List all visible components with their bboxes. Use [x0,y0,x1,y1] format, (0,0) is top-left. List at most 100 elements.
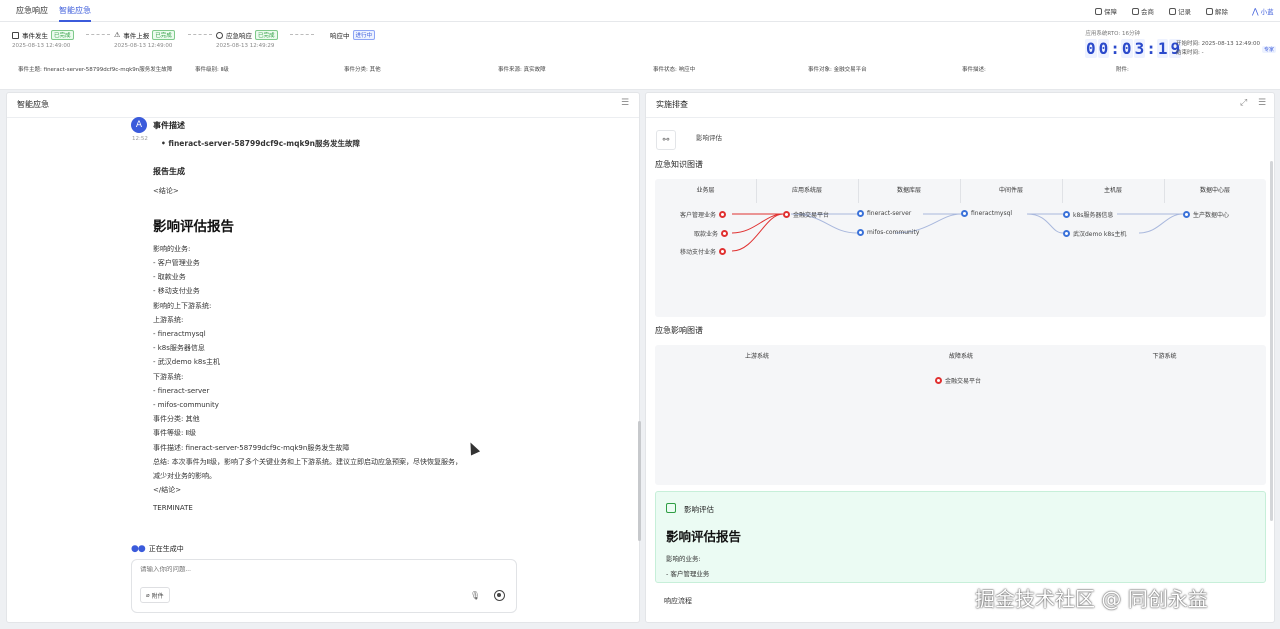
assess-title: 影响评估报告 [666,529,742,544]
send-button[interactable] [494,590,505,601]
event-status-strip: 事件发生 已完成 2025-08-13 12:49:00 ⚠ 事件上报 已完成 202… [0,22,1280,90]
report-line: 上游系统: [153,315,184,324]
report-line: 减少对业务的影响。 [153,472,216,481]
report-line: 事件分类: 其他 [153,415,200,424]
step-label: 响应中 [330,32,350,40]
paperclip-icon: ⌀ [146,591,150,599]
scrollbar[interactable] [1270,161,1273,521]
guarantee-button[interactable]: 保障 [1095,6,1117,16]
expand-icon[interactable]: ⤢ [1240,98,1247,108]
graph-icon[interactable]: ⚯ [656,130,676,150]
record-icon [1169,7,1176,15]
consult-button[interactable]: 会商 [1132,6,1154,16]
impact-assessment-card: 影响评估 影响评估报告 影响的业务: - 客户管理业务 [655,491,1266,583]
kg-node-db[interactable]: fineract-server [857,210,911,217]
kg-node-biz[interactable]: 移动支付业务 [680,247,727,256]
report-line: - 武汉demo k8s主机 [153,358,220,367]
timer-digit: 0 [1097,39,1110,58]
assess-line: 影响的业务: [666,555,701,563]
event-desc-bullet: • fineract-server-58799dcf9c-mqk9n服务发生故障 [161,139,361,149]
event-meta-row: 事件主题: fineract-server-58799dcf9c-mqk9n服务… [0,65,1280,79]
node-label: 金融交易平台 [793,212,830,219]
tab-intelligent-emergency[interactable]: 智能应急 [59,5,91,22]
attach-label: 附件 [151,592,164,600]
question-input[interactable] [140,566,440,573]
node-dot [857,210,864,217]
impact-graph-title: 应急影响图谱 [655,326,703,335]
rto-label: 应用系统RTO: 16分钟 [1085,31,1140,37]
node-label: 移动支付业务 [680,249,717,256]
status-badge: 已完成 [152,30,175,40]
clock-icon [216,31,223,39]
watermark: 掘金技术社区 @ 同创永益 [975,587,1208,611]
panel-title: 实施排查 [656,100,688,109]
kg-node-dc[interactable]: 生产数据中心 [1183,210,1229,219]
report-line: - k8s服务器信息 [153,344,205,353]
node-label: 取款业务 [694,231,719,238]
status-badge: 进行中 [352,30,376,40]
shield-icon [1095,7,1102,15]
node-label: k8s服务器信息 [1073,212,1114,219]
kg-node-app[interactable]: 金融交易平台 [783,210,829,219]
menu-icon[interactable]: ☰ [621,98,629,108]
impact-graph: 上游系统 故障系统 下游系统 金融交易平台 [655,345,1266,485]
investigation-panel: 实施排查 ⤢ ☰ ⚯ 影响评估 应急知识图谱 业务层 应用系统层 数据库层 中间… [645,92,1275,623]
report-title: 影响评估报告 [153,218,234,235]
tab-response-flow[interactable]: 响应流程 [664,596,692,606]
node-label: fineract-server [867,210,912,217]
knowledge-graph: 业务层 应用系统层 数据库层 中间件层 主机层 数据中心层 客户管理业务 取款业… [655,179,1266,317]
kg-node-host[interactable]: 武汉demo k8s主机 [1063,229,1126,238]
node-dot [783,211,790,218]
kg-edges [731,213,1184,252]
kg-node-biz[interactable]: 取款业务 [694,229,729,238]
expert-badge[interactable]: 专家 [1261,46,1276,53]
meta-state: 事件状态: 响应中 [653,67,696,73]
microphone-icon[interactable]: 🎙 [470,591,480,600]
end-time: 结束时间: - [1176,50,1204,56]
node-label: 客户管理业务 [680,212,717,219]
impact-node-fault[interactable]: 金融交易平台 [935,376,981,385]
user-menu[interactable]: ⋀ 小蓝 [1252,6,1274,17]
elapsed-timer: 0 0 : 0 3 : 1 9 [1085,39,1182,58]
step-responding: 响应中 进行中 [330,30,376,40]
node-dot [721,230,729,237]
step-date: 2025-08-13 12:49:00 [12,43,71,49]
timer-digit: 1 [1156,39,1169,58]
kg-node-host[interactable]: k8s服务器信息 [1063,210,1113,219]
generating-indicator: ●● 正在生成中 [131,544,184,554]
generating-text: 正在生成中 [148,545,184,553]
loading-dots-icon: ●● [131,544,146,554]
tab-impact-assessment[interactable]: 影响评估 [696,132,722,142]
edit-icon [12,31,19,39]
warning-icon: ⚠ [114,31,121,39]
node-dot [1183,211,1190,218]
report-gen-heading: 报告生成 [153,167,185,177]
report-line: - 取款业务 [153,273,186,282]
scrollbar[interactable] [638,421,641,541]
node-dot [935,377,942,384]
report-line: - fineractmysql [153,330,206,339]
report-line: - 移动支付业务 [153,287,200,296]
tab-emergency-response[interactable]: 应急响应 [16,5,48,16]
kg-node-biz[interactable]: 客户管理业务 [680,210,727,219]
node-dot [857,229,864,236]
step-label: 事件发生 [22,32,48,40]
assistant-message: 事件描述 • fineract-server-58799dcf9c-mqk9n服… [153,121,523,516]
release-button[interactable]: 解除 [1206,6,1228,16]
meta-desc: 事件描述: [962,67,986,73]
assistant-avatar: A [131,117,147,133]
step-connector [188,34,212,35]
meta-object: 事件对象: 金融交易平台 [808,67,867,73]
menu-icon[interactable]: ☰ [1258,98,1266,108]
report-line: - fineract-server [153,386,210,395]
step-event-occur: 事件发生 已完成 2025-08-13 12:49:00 [12,30,74,49]
record-button[interactable]: 记录 [1169,6,1191,16]
step-emergency-response: 应急响应 已完成 2025-08-13 12:49:29 [216,30,278,49]
attach-button[interactable]: ⌀ 附件 [140,587,170,603]
assess-line: - 客户管理业务 [666,570,710,578]
kg-node-db[interactable]: mifos-community [857,229,919,236]
kg-node-mw[interactable]: fineractmysql [961,210,1012,217]
event-desc-heading: 事件描述 [153,121,185,130]
node-label: mifos-community [867,229,920,236]
impact-col-header: 上游系统 [744,353,769,360]
